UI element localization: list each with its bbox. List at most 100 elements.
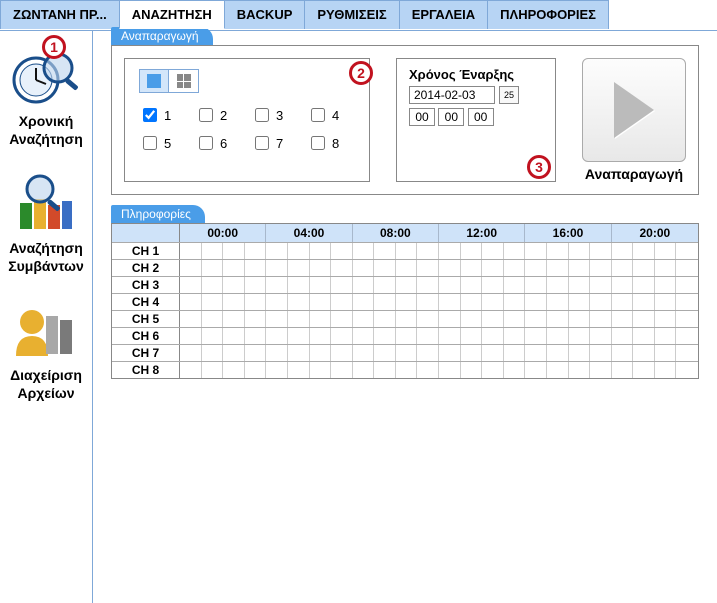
timeline-cell[interactable]: [331, 311, 353, 327]
timeline-cell[interactable]: [525, 294, 547, 310]
timeline-cell[interactable]: [417, 362, 439, 378]
timeline-cell[interactable]: [417, 243, 439, 259]
tab-tools[interactable]: ΕΡΓΑΛΕΙΑ: [399, 0, 488, 29]
channel-3-checkbox[interactable]: 3: [251, 103, 299, 127]
timeline-cell[interactable]: [288, 277, 310, 293]
timeline-cell[interactable]: [266, 345, 288, 361]
timeline-cell[interactable]: [439, 243, 461, 259]
calendar-button[interactable]: 25: [499, 86, 519, 104]
timeline-cell[interactable]: [525, 311, 547, 327]
sidebar-item-event-search[interactable]: ΑναζήτησηΣυμβάντων: [2, 166, 90, 275]
timeline-cell[interactable]: [612, 328, 634, 344]
channel-6-checkbox[interactable]: 6: [195, 131, 243, 155]
timeline-cell[interactable]: [504, 260, 526, 276]
timeline-cell[interactable]: [202, 294, 224, 310]
timeline-cell[interactable]: [590, 243, 612, 259]
timeline-cell[interactable]: [461, 294, 483, 310]
timeline-cell[interactable]: [504, 294, 526, 310]
timeline-cell[interactable]: [223, 277, 245, 293]
timeline-cell[interactable]: [353, 345, 375, 361]
timeline-cell[interactable]: [310, 277, 332, 293]
timeline-cell[interactable]: [612, 294, 634, 310]
timeline-cell[interactable]: [310, 362, 332, 378]
tab-backup[interactable]: BACKUP: [224, 0, 306, 29]
timeline-cell[interactable]: [439, 277, 461, 293]
timeline-cell[interactable]: [396, 243, 418, 259]
timeline-cell[interactable]: [353, 311, 375, 327]
timeline-cell[interactable]: [374, 311, 396, 327]
timeline-cell[interactable]: [202, 277, 224, 293]
timeline-cell[interactable]: [374, 243, 396, 259]
timeline-cell[interactable]: [266, 328, 288, 344]
timeline-cell[interactable]: [569, 328, 591, 344]
timeline-cell[interactable]: [482, 311, 504, 327]
timeline-cell[interactable]: [612, 362, 634, 378]
timeline-cell[interactable]: [569, 311, 591, 327]
timeline-cell[interactable]: [633, 345, 655, 361]
timeline-cell[interactable]: [504, 311, 526, 327]
timeline-cell[interactable]: [482, 243, 504, 259]
timeline-cell[interactable]: [310, 345, 332, 361]
timeline-cell[interactable]: [590, 277, 612, 293]
timeline-cell[interactable]: [525, 260, 547, 276]
timeline-cell[interactable]: [331, 328, 353, 344]
timeline-cell[interactable]: [245, 243, 267, 259]
timeline-cell[interactable]: [266, 311, 288, 327]
timeline-cell[interactable]: [547, 243, 569, 259]
timeline-cell[interactable]: [396, 260, 418, 276]
timeline-cell[interactable]: [180, 243, 202, 259]
timeline-cell[interactable]: [331, 243, 353, 259]
timeline-cell[interactable]: [547, 311, 569, 327]
timeline-cell[interactable]: [633, 328, 655, 344]
timeline-cell[interactable]: [310, 294, 332, 310]
timeline-cell[interactable]: [504, 328, 526, 344]
timeline-cell[interactable]: [461, 311, 483, 327]
timeline-cell[interactable]: [331, 260, 353, 276]
timeline-cell[interactable]: [374, 260, 396, 276]
timeline-cell[interactable]: [612, 345, 634, 361]
timeline-cell[interactable]: [482, 260, 504, 276]
timeline-cell[interactable]: [223, 328, 245, 344]
sidebar-item-file-management[interactable]: ΔιαχείρισηΑρχείων: [2, 293, 90, 402]
timeline-cell[interactable]: [288, 362, 310, 378]
timeline-cell[interactable]: [245, 345, 267, 361]
timeline-cell[interactable]: [655, 277, 677, 293]
timeline-cell[interactable]: [633, 311, 655, 327]
tab-info[interactable]: ΠΛΗΡΟΦΟΡΙΕΣ: [487, 0, 609, 29]
timeline-cell[interactable]: [266, 362, 288, 378]
timeline-cell[interactable]: [396, 277, 418, 293]
timeline-cell[interactable]: [676, 294, 698, 310]
timeline-cell[interactable]: [353, 328, 375, 344]
timeline-cell[interactable]: [374, 345, 396, 361]
timeline-cell[interactable]: [374, 328, 396, 344]
timeline-cell[interactable]: [569, 362, 591, 378]
timeline-cell[interactable]: [245, 328, 267, 344]
timeline-cell[interactable]: [590, 362, 612, 378]
channel-7-checkbox[interactable]: 7: [251, 131, 299, 155]
channel-checkbox[interactable]: [143, 108, 157, 122]
timeline-cell[interactable]: [180, 294, 202, 310]
timeline-cell[interactable]: [417, 345, 439, 361]
timeline-cell[interactable]: [245, 294, 267, 310]
time-minute[interactable]: 00: [438, 108, 464, 126]
timeline-cell[interactable]: [288, 345, 310, 361]
timeline-cell[interactable]: [633, 294, 655, 310]
timeline-cell[interactable]: [310, 243, 332, 259]
timeline-cell[interactable]: [461, 243, 483, 259]
timeline-cell[interactable]: [310, 311, 332, 327]
tab-live[interactable]: ΖΩΝΤΑΝΗ ΠΡ...: [0, 0, 120, 29]
timeline-cell[interactable]: [266, 243, 288, 259]
timeline-cell[interactable]: [633, 243, 655, 259]
timeline-cell[interactable]: [331, 345, 353, 361]
timeline-cell[interactable]: [223, 345, 245, 361]
timeline-cell[interactable]: [590, 294, 612, 310]
timeline-cell[interactable]: [482, 277, 504, 293]
timeline-cell[interactable]: [676, 362, 698, 378]
timeline-cell[interactable]: [266, 260, 288, 276]
timeline-cell[interactable]: [569, 243, 591, 259]
timeline-cell[interactable]: [655, 243, 677, 259]
channel-checkbox[interactable]: [255, 108, 269, 122]
play-button[interactable]: [582, 58, 686, 162]
tab-search[interactable]: ΑΝΑΖΗΤΗΣΗ: [119, 0, 225, 29]
timeline-cell[interactable]: [504, 362, 526, 378]
